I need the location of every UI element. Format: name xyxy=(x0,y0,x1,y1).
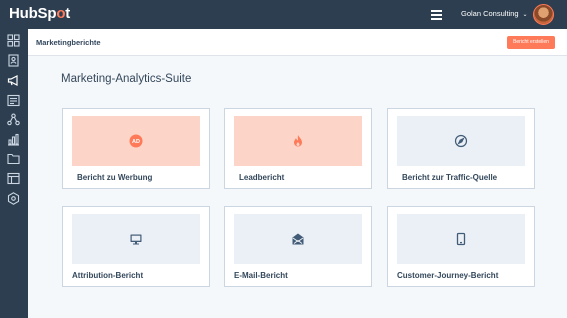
ad-badge-icon: AD xyxy=(129,134,143,148)
report-card-leads[interactable]: Leadbericht xyxy=(224,108,372,189)
folder-icon[interactable] xyxy=(7,152,20,165)
open-envelope-icon xyxy=(291,232,305,246)
flame-icon xyxy=(291,134,305,148)
account-menu[interactable]: Golan Consulting ⌄ xyxy=(461,9,528,18)
report-card-attribution[interactable]: Attribution-Bericht xyxy=(62,206,210,287)
card-thumbnail xyxy=(397,214,525,264)
page-header: Marketingberichte Bericht erstellen xyxy=(28,29,567,56)
create-report-button[interactable]: Bericht erstellen xyxy=(507,36,555,49)
contacts-icon[interactable] xyxy=(7,54,20,67)
monitor-icon xyxy=(129,232,143,246)
report-card-email[interactable]: E-Mail-Bericht xyxy=(224,206,372,287)
card-thumbnail xyxy=(234,116,362,166)
avatar[interactable] xyxy=(533,4,554,25)
chevron-down-icon: ⌄ xyxy=(522,12,528,18)
card-label: Bericht zur Traffic-Quelle xyxy=(402,173,498,182)
card-thumbnail xyxy=(72,214,200,264)
report-card-customer-journey[interactable]: Customer-Journey-Bericht xyxy=(387,206,535,287)
sidebar xyxy=(0,29,28,318)
hamburger-menu-icon[interactable] xyxy=(431,10,442,20)
card-thumbnail xyxy=(397,116,525,166)
library-icon[interactable] xyxy=(7,172,20,185)
report-card-traffic-source[interactable]: Bericht zur Traffic-Quelle xyxy=(387,108,535,189)
card-thumbnail xyxy=(234,214,362,264)
top-navigation-bar: HubSpot Golan Consulting ⌄ xyxy=(0,0,567,29)
report-card-advertising[interactable]: AD Bericht zu Werbung xyxy=(62,108,210,189)
card-label: Bericht zu Werbung xyxy=(77,173,153,182)
dashboard-grid-icon[interactable] xyxy=(7,34,20,47)
hubspot-logo[interactable]: HubSpot xyxy=(9,5,70,22)
page-title: Marketing-Analytics-Suite xyxy=(61,73,192,85)
ad-badge-text: AD xyxy=(132,139,140,145)
automation-icon[interactable] xyxy=(7,113,20,126)
card-label: E-Mail-Bericht xyxy=(234,271,288,280)
settings-hex-icon[interactable] xyxy=(7,192,20,205)
card-label: Leadbericht xyxy=(239,173,285,182)
card-label: Attribution-Bericht xyxy=(72,271,144,280)
marketing-megaphone-icon[interactable] xyxy=(7,74,20,87)
card-label: Customer-Journey-Bericht xyxy=(397,271,499,280)
reports-bar-chart-icon[interactable] xyxy=(7,133,20,146)
compass-icon xyxy=(454,134,468,148)
page-header-title: Marketingberichte xyxy=(36,38,101,47)
card-thumbnail: AD xyxy=(72,116,200,166)
account-name: Golan Consulting xyxy=(461,9,519,18)
tablet-icon xyxy=(454,232,468,246)
content-icon[interactable] xyxy=(7,94,20,107)
